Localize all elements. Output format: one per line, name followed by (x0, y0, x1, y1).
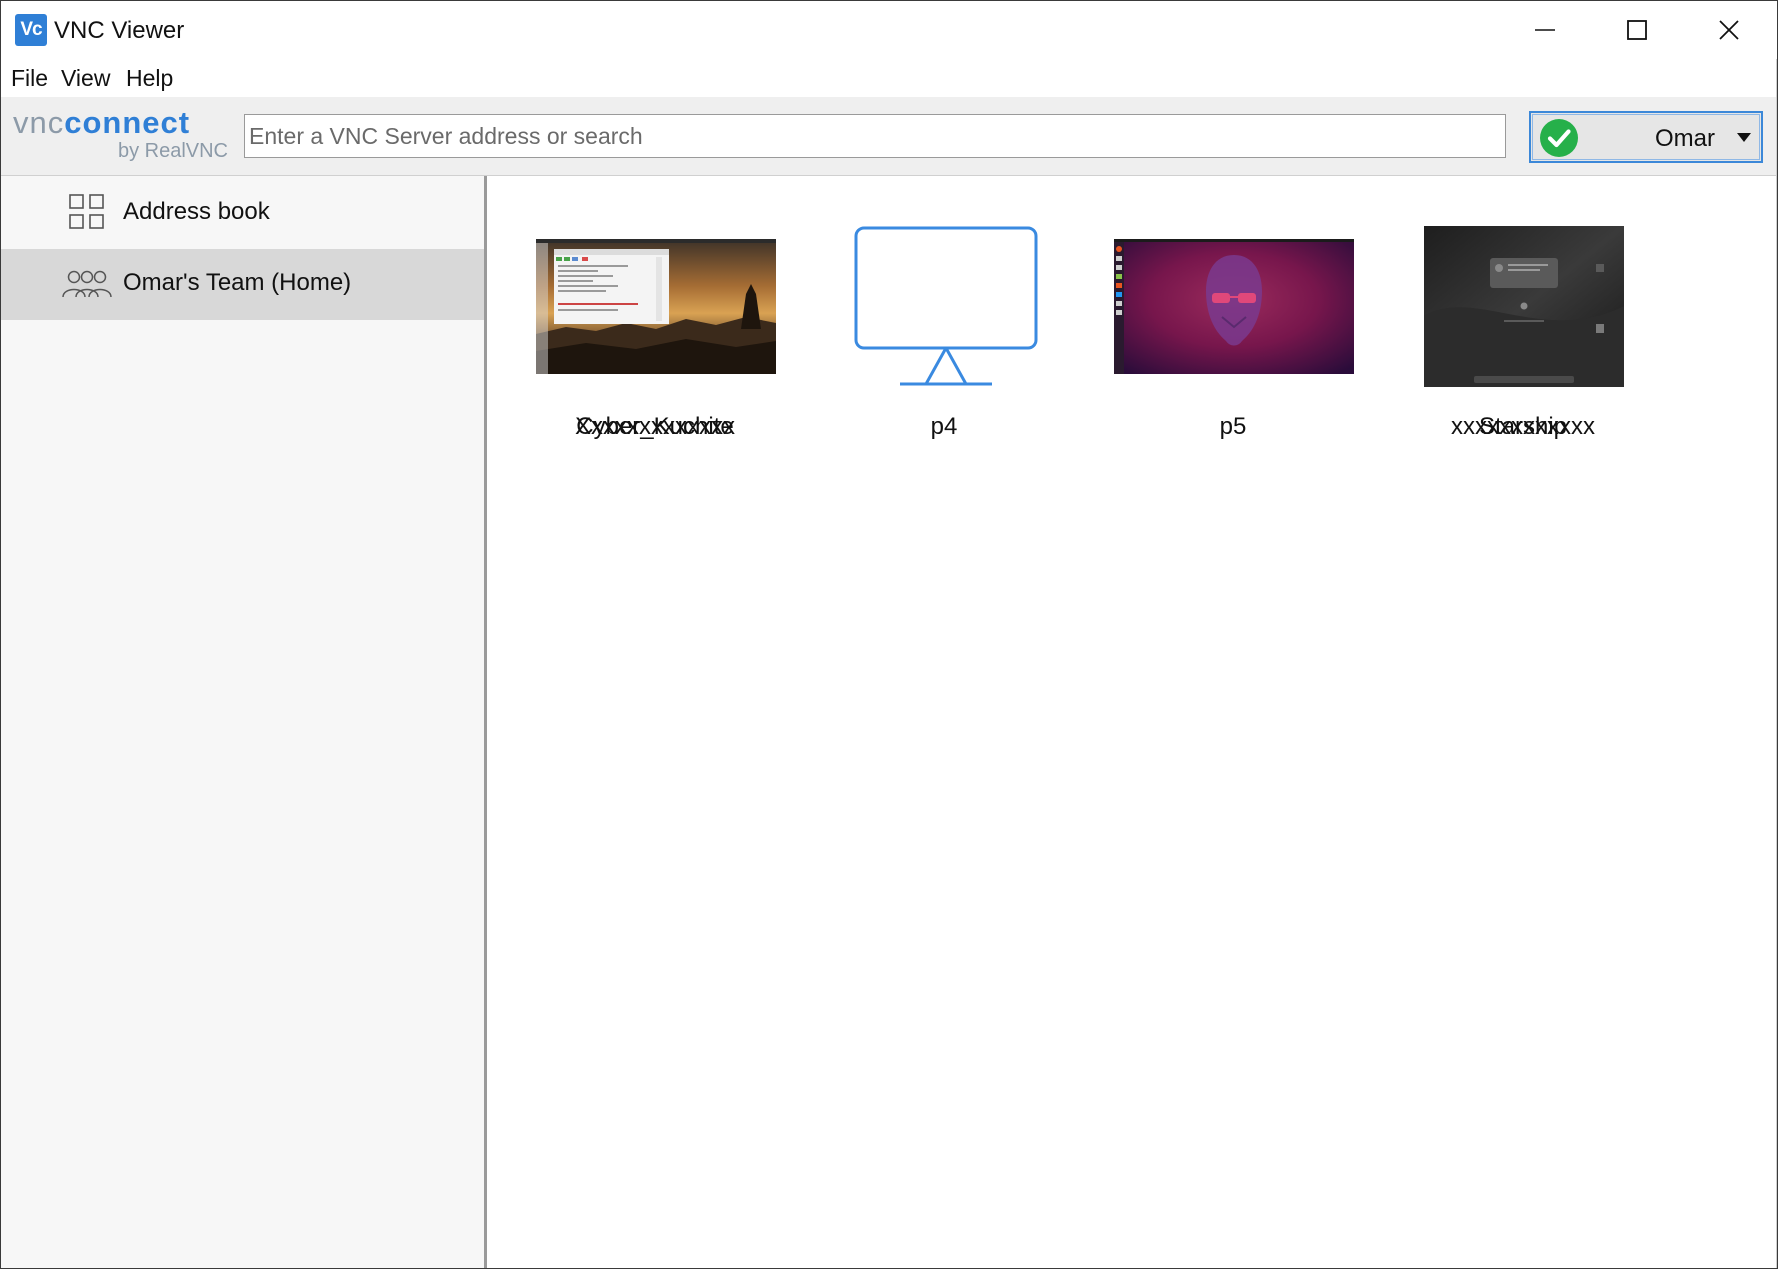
computer-name-line: p4 (930, 413, 958, 440)
toolbar: vncconnect by RealVNC Omar (1, 97, 1777, 176)
window-title: VNC Viewer (54, 17, 185, 44)
menu-bar: File View Help (1, 59, 1777, 97)
menu-help[interactable]: Help (124, 65, 175, 92)
sidebar-item-omars-team[interactable]: Omar's Team (Home) (1, 249, 484, 320)
ubuntu-desktop-thumbnail (1114, 239, 1354, 374)
close-button[interactable] (1683, 1, 1775, 59)
sidebar-item-label: Omar's Team (Home) (123, 269, 352, 296)
chevron-down-icon (1737, 133, 1751, 142)
menu-file[interactable]: File (9, 65, 50, 92)
computer-tile-starship[interactable]: Starship xxxxxxxxxxxx (1388, 176, 1658, 446)
close-icon (1719, 20, 1739, 40)
vnc-app-icon: Vc (15, 14, 47, 46)
computer-tile-p5[interactable]: p5 (1098, 176, 1368, 446)
sidebar-item-label: Address book (123, 198, 270, 225)
sidebar: Address book Omar's Team (Home) (1, 176, 487, 1268)
brand-subtitle: by RealVNC (117, 140, 228, 162)
raspberry-pi-desktop-thumbnail (536, 239, 776, 374)
account-name: Omar (1655, 125, 1715, 152)
macos-desktop-thumbnail (1424, 226, 1624, 387)
computer-tile-cyber-kuchite[interactable]: Cyber_Kuchite Xxxxxxxxxxxxx (520, 176, 790, 446)
minimize-button[interactable] (1499, 1, 1591, 59)
team-icon (62, 269, 112, 304)
monitor-icon (854, 226, 1038, 386)
computer-name-label: p5 (1098, 413, 1368, 441)
menu-view[interactable]: View (59, 65, 112, 92)
minimize-icon (1535, 29, 1555, 31)
brand-wordmark: vncconnect (13, 105, 190, 141)
window-right-edge (1776, 59, 1777, 1268)
computer-name-line: p5 (1219, 413, 1247, 440)
computer-name-label: p4 (809, 413, 1079, 441)
vnc-viewer-window: Vc VNC Viewer File View Help vncconnect … (0, 0, 1778, 1269)
maximize-icon (1627, 20, 1647, 40)
title-bar[interactable]: Vc VNC Viewer (1, 1, 1777, 59)
server-search-input[interactable] (244, 114, 1506, 158)
vnc-connect-logo: vncconnect by RealVNC (13, 105, 228, 167)
computer-grid: Cyber_Kuchite Xxxxxxxxxxxxx p4 p5 Starsh… (487, 176, 1777, 1268)
computer-name-line: Xxxxxxxxxxxxx (574, 413, 735, 440)
computer-tile-p4[interactable]: p4 (809, 176, 1079, 446)
signed-in-check-icon (1540, 119, 1578, 157)
sidebar-item-address-book[interactable]: Address book (1, 178, 484, 249)
grid-icon (69, 194, 105, 235)
account-dropdown-button[interactable]: Omar (1529, 111, 1763, 163)
maximize-button[interactable] (1591, 1, 1683, 59)
brand-connect-text: connect (64, 105, 191, 140)
brand-vnc-text: vnc (13, 105, 65, 140)
computer-name-line: xxxxxxxxxxxx (1451, 413, 1595, 440)
